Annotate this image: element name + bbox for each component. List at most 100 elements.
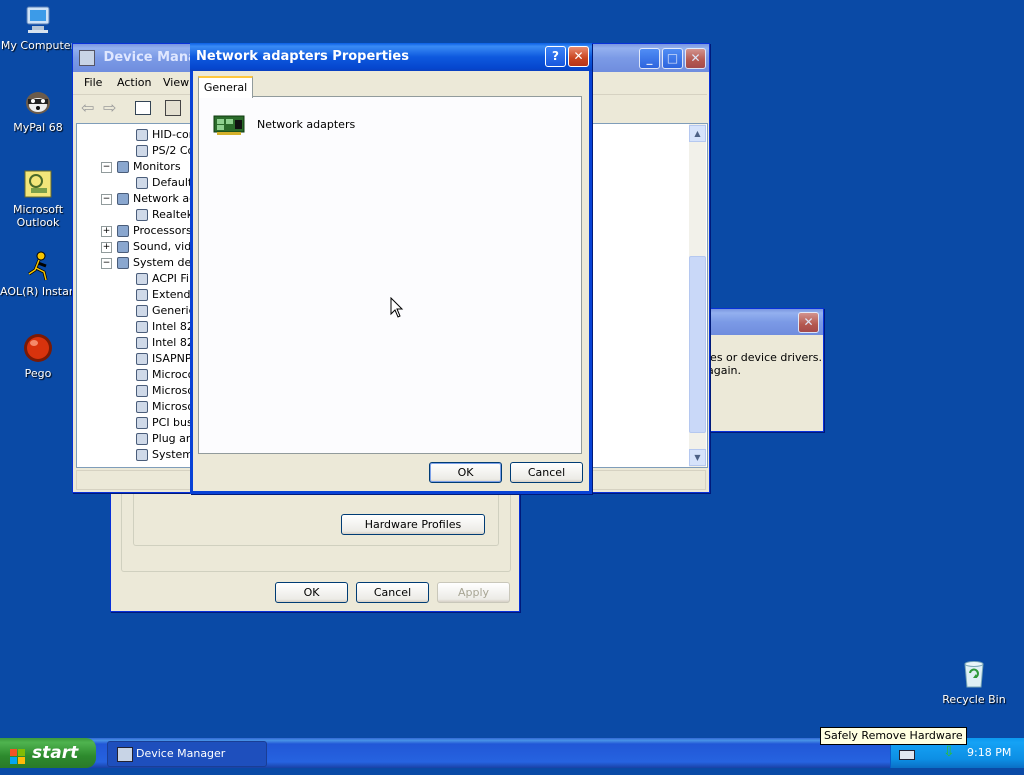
tree-node[interactable]: HID-cor xyxy=(136,127,193,143)
tree-expander-icon[interactable]: + xyxy=(101,226,112,237)
back-arrow-icon[interactable]: ⇦ xyxy=(81,98,94,117)
my-computer-icon xyxy=(22,4,54,36)
outlook-icon xyxy=(22,168,54,200)
vertical-scrollbar[interactable]: ▲ ▼ xyxy=(689,124,706,467)
cancel-button[interactable]: Cancel xyxy=(356,582,429,603)
tree-node[interactable]: Plug an xyxy=(136,431,193,447)
device-icon xyxy=(136,353,148,365)
tree-node-label: Microso xyxy=(152,400,195,413)
ok-button[interactable]: OK xyxy=(275,582,348,603)
scroll-up-arrow[interactable]: ▲ xyxy=(689,125,706,142)
tree-node[interactable]: ISAPNP xyxy=(136,351,191,367)
tree-node-label: Plug an xyxy=(152,432,193,445)
network-adapter-icon xyxy=(213,114,247,139)
desktop-icon-label: Microsoft Outlook xyxy=(12,203,64,229)
device-icon xyxy=(136,289,148,301)
close-icon[interactable]: ✕ xyxy=(568,46,589,67)
start-label: start xyxy=(32,743,79,763)
tree-node[interactable]: Intel 82 xyxy=(136,335,194,351)
tree-node[interactable]: Monitors xyxy=(117,159,181,175)
forward-arrow-icon[interactable]: ⇨ xyxy=(103,98,116,117)
desktop-icon-label: MyPal 68 xyxy=(13,121,63,134)
maximize-icon[interactable]: □ xyxy=(662,48,683,69)
safely-remove-hardware-icon[interactable]: ⇩ xyxy=(943,745,957,759)
tree-node[interactable]: Microso xyxy=(136,399,194,415)
device-icon xyxy=(136,385,148,397)
tray-tooltip: Safely Remove Hardware xyxy=(820,727,967,745)
tree-node[interactable]: Extende xyxy=(136,287,197,303)
keyboard-icon[interactable] xyxy=(899,750,915,760)
mouse-cursor-icon xyxy=(390,296,404,322)
tree-node[interactable]: PS/2 Co xyxy=(136,143,194,159)
device-icon xyxy=(117,257,129,269)
ok-button[interactable]: OK xyxy=(429,462,502,483)
tab-general[interactable]: General xyxy=(198,76,253,98)
apply-button[interactable]: Apply xyxy=(437,582,510,603)
tree-node[interactable]: System xyxy=(136,447,193,463)
close-icon[interactable]: ✕ xyxy=(798,312,819,333)
tree-expander-icon[interactable]: − xyxy=(101,194,112,205)
desktop-icon-label: Pego xyxy=(24,367,52,380)
properties-icon[interactable] xyxy=(165,100,181,116)
menu-action[interactable]: Action xyxy=(117,76,151,89)
tree-node[interactable]: System dev xyxy=(117,255,198,271)
device-icon xyxy=(136,321,148,333)
device-icon xyxy=(136,209,148,221)
message-text-line2: again. xyxy=(707,364,741,377)
desktop-icon-label: AOL(R) Instant Messenger(TM) xyxy=(0,285,76,298)
tree-node[interactable]: Generic xyxy=(136,303,195,319)
tree-expander-icon[interactable]: − xyxy=(101,162,112,173)
scroll-down-arrow[interactable]: ▼ xyxy=(689,449,706,466)
tree-expander-icon[interactable]: + xyxy=(101,242,112,253)
pego-icon xyxy=(22,332,54,364)
tree-node[interactable]: Default xyxy=(136,175,192,191)
tree-node[interactable]: Realtek xyxy=(136,207,193,223)
mypal-icon xyxy=(22,86,54,118)
help-icon[interactable]: ? xyxy=(545,46,566,67)
device-icon xyxy=(136,401,148,413)
show-hide-tree-icon[interactable] xyxy=(135,101,151,115)
start-button[interactable]: start xyxy=(0,738,96,768)
tree-expander-icon[interactable]: − xyxy=(101,258,112,269)
desktop-icon-aim[interactable]: AOL(R) Instant Messenger(TM) xyxy=(0,250,76,298)
tree-node[interactable]: Processors xyxy=(117,223,192,239)
recycle-bin-icon xyxy=(958,658,990,690)
taskbar-button-device-manager[interactable]: Device Manager xyxy=(107,741,267,767)
device-icon xyxy=(136,145,148,157)
tree-node[interactable]: ACPI Fi xyxy=(136,271,189,287)
tree-node-label: Monitors xyxy=(133,160,181,173)
tree-node[interactable]: PCI bus xyxy=(136,415,193,431)
tree-node[interactable]: Network ac xyxy=(117,191,195,207)
tree-node[interactable]: Microco xyxy=(136,367,194,383)
cancel-button[interactable]: Cancel xyxy=(510,462,583,483)
tree-node[interactable]: Intel 82 xyxy=(136,319,194,335)
device-icon xyxy=(136,337,148,349)
tree-node-label: System dev xyxy=(133,256,198,269)
hardware-profiles-button[interactable]: Hardware Profiles xyxy=(341,514,485,535)
network-adapters-properties-dialog: Network adapters Properties ? ✕ General … xyxy=(190,43,592,494)
menu-file[interactable]: File xyxy=(84,76,102,89)
minimize-icon[interactable]: _ xyxy=(639,48,660,69)
desktop-icon-pego[interactable]: Pego xyxy=(0,332,76,380)
scroll-thumb[interactable] xyxy=(689,256,706,433)
device-icon xyxy=(117,161,129,173)
device-icon xyxy=(136,129,148,141)
close-icon[interactable]: ✕ xyxy=(685,48,706,69)
dialog-title: Network adapters Properties xyxy=(196,49,409,64)
tree-node-label: System xyxy=(152,448,194,461)
tree-node[interactable]: Microso xyxy=(136,383,194,399)
tree-node-label: Intel 82 xyxy=(152,336,194,349)
tree-node[interactable]: Sound, vide xyxy=(117,239,198,255)
desktop-icon-recycle-bin[interactable]: Recycle Bin xyxy=(936,658,1012,706)
tab-general-label: General xyxy=(203,81,248,94)
taskbar-button-label: Device Manager xyxy=(136,747,226,760)
desktop-icon-mypal[interactable]: MyPal 68 xyxy=(0,86,76,134)
menu-view[interactable]: View xyxy=(163,76,189,89)
device-icon xyxy=(136,177,148,189)
desktop-icon-outlook[interactable]: Microsoft Outlook xyxy=(0,168,76,229)
tree-node-label: Intel 82 xyxy=(152,320,194,333)
tree-node-label: Processors xyxy=(133,224,192,237)
desktop-icon-my-computer[interactable]: My Computer xyxy=(0,4,76,52)
message-dialog: ✕ ies or device drivers. again. xyxy=(706,308,824,432)
device-icon xyxy=(136,433,148,445)
